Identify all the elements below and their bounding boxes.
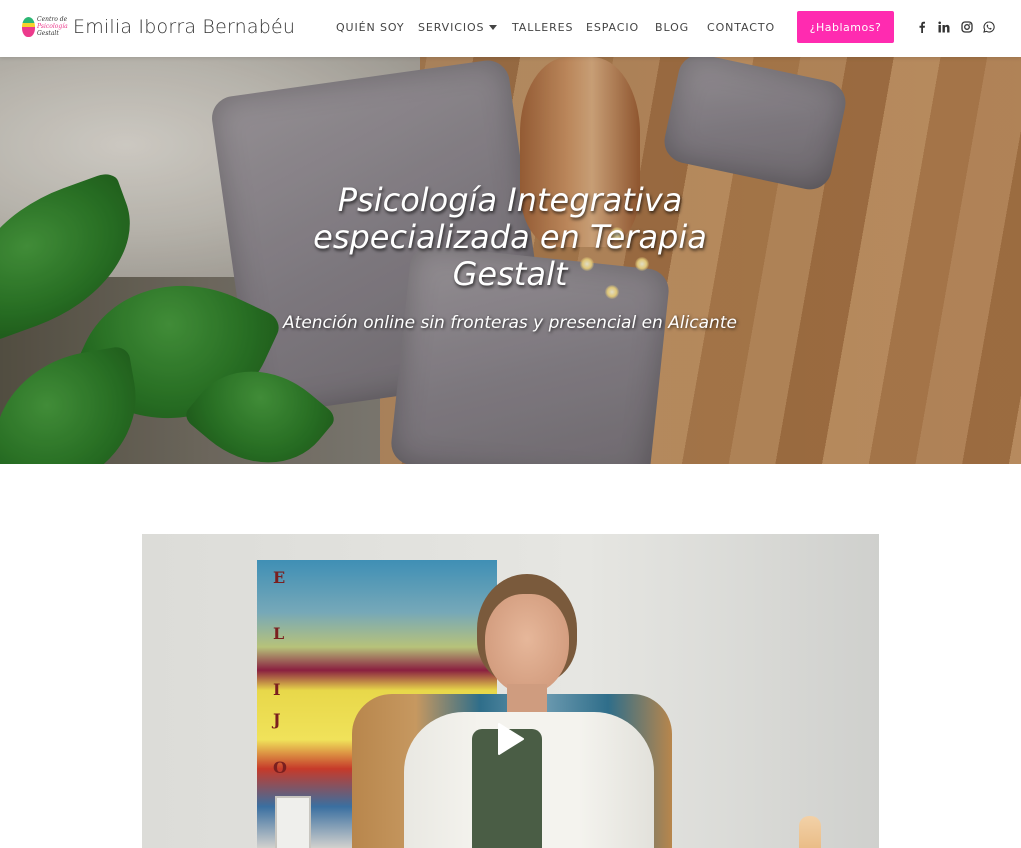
video-hourglass-image bbox=[275, 796, 311, 848]
hablamos-button[interactable]: ¿Hablamos? bbox=[797, 11, 894, 43]
video-person-face bbox=[485, 594, 569, 694]
intro-video[interactable]: E L I J O bbox=[142, 534, 879, 848]
painting-letter: O bbox=[273, 758, 287, 777]
painting-letter: J bbox=[273, 710, 281, 729]
instagram-icon[interactable] bbox=[959, 18, 975, 36]
hero-banner: Psicología Integrativa especializada en … bbox=[0, 57, 1021, 464]
brand-name[interactable]: Emilia Iborra Bernabéu bbox=[73, 16, 295, 38]
nav-servicios[interactable]: SERVICIOS bbox=[418, 21, 498, 34]
hero-title: Psicología Integrativa especializada en … bbox=[313, 181, 707, 293]
video-candle-image bbox=[799, 816, 821, 848]
logo-mark-icon bbox=[22, 17, 35, 37]
brand-logo[interactable]: Centro de Psicología Gestalt bbox=[22, 12, 68, 42]
nav-espacio[interactable]: ESPACIO bbox=[586, 21, 639, 34]
facebook-icon[interactable] bbox=[914, 18, 930, 36]
linkedin-icon[interactable] bbox=[936, 18, 952, 36]
nav-servicios-label: SERVICIOS bbox=[418, 21, 485, 34]
painting-letter: E bbox=[273, 568, 286, 587]
logo-text: Centro de Psicología Gestalt bbox=[37, 16, 68, 37]
painting-letter: L bbox=[273, 624, 285, 643]
nav-talleres[interactable]: TALLERES bbox=[512, 21, 573, 34]
brand[interactable]: Centro de Psicología Gestalt Emilia Ibor… bbox=[22, 12, 295, 42]
nav-contacto[interactable]: CONTACTO bbox=[707, 21, 775, 34]
hero-subtitle: Atención online sin fronteras y presenci… bbox=[283, 313, 737, 333]
play-icon[interactable] bbox=[497, 722, 525, 756]
whatsapp-icon[interactable] bbox=[981, 18, 997, 36]
chevron-down-icon bbox=[489, 25, 498, 30]
top-navbar: Centro de Psicología Gestalt Emilia Ibor… bbox=[0, 0, 1021, 57]
painting-letter: I bbox=[273, 680, 281, 699]
nav-blog[interactable]: BLOG bbox=[655, 21, 689, 34]
nav-quien-soy[interactable]: QUIÉN SOY bbox=[336, 21, 405, 34]
